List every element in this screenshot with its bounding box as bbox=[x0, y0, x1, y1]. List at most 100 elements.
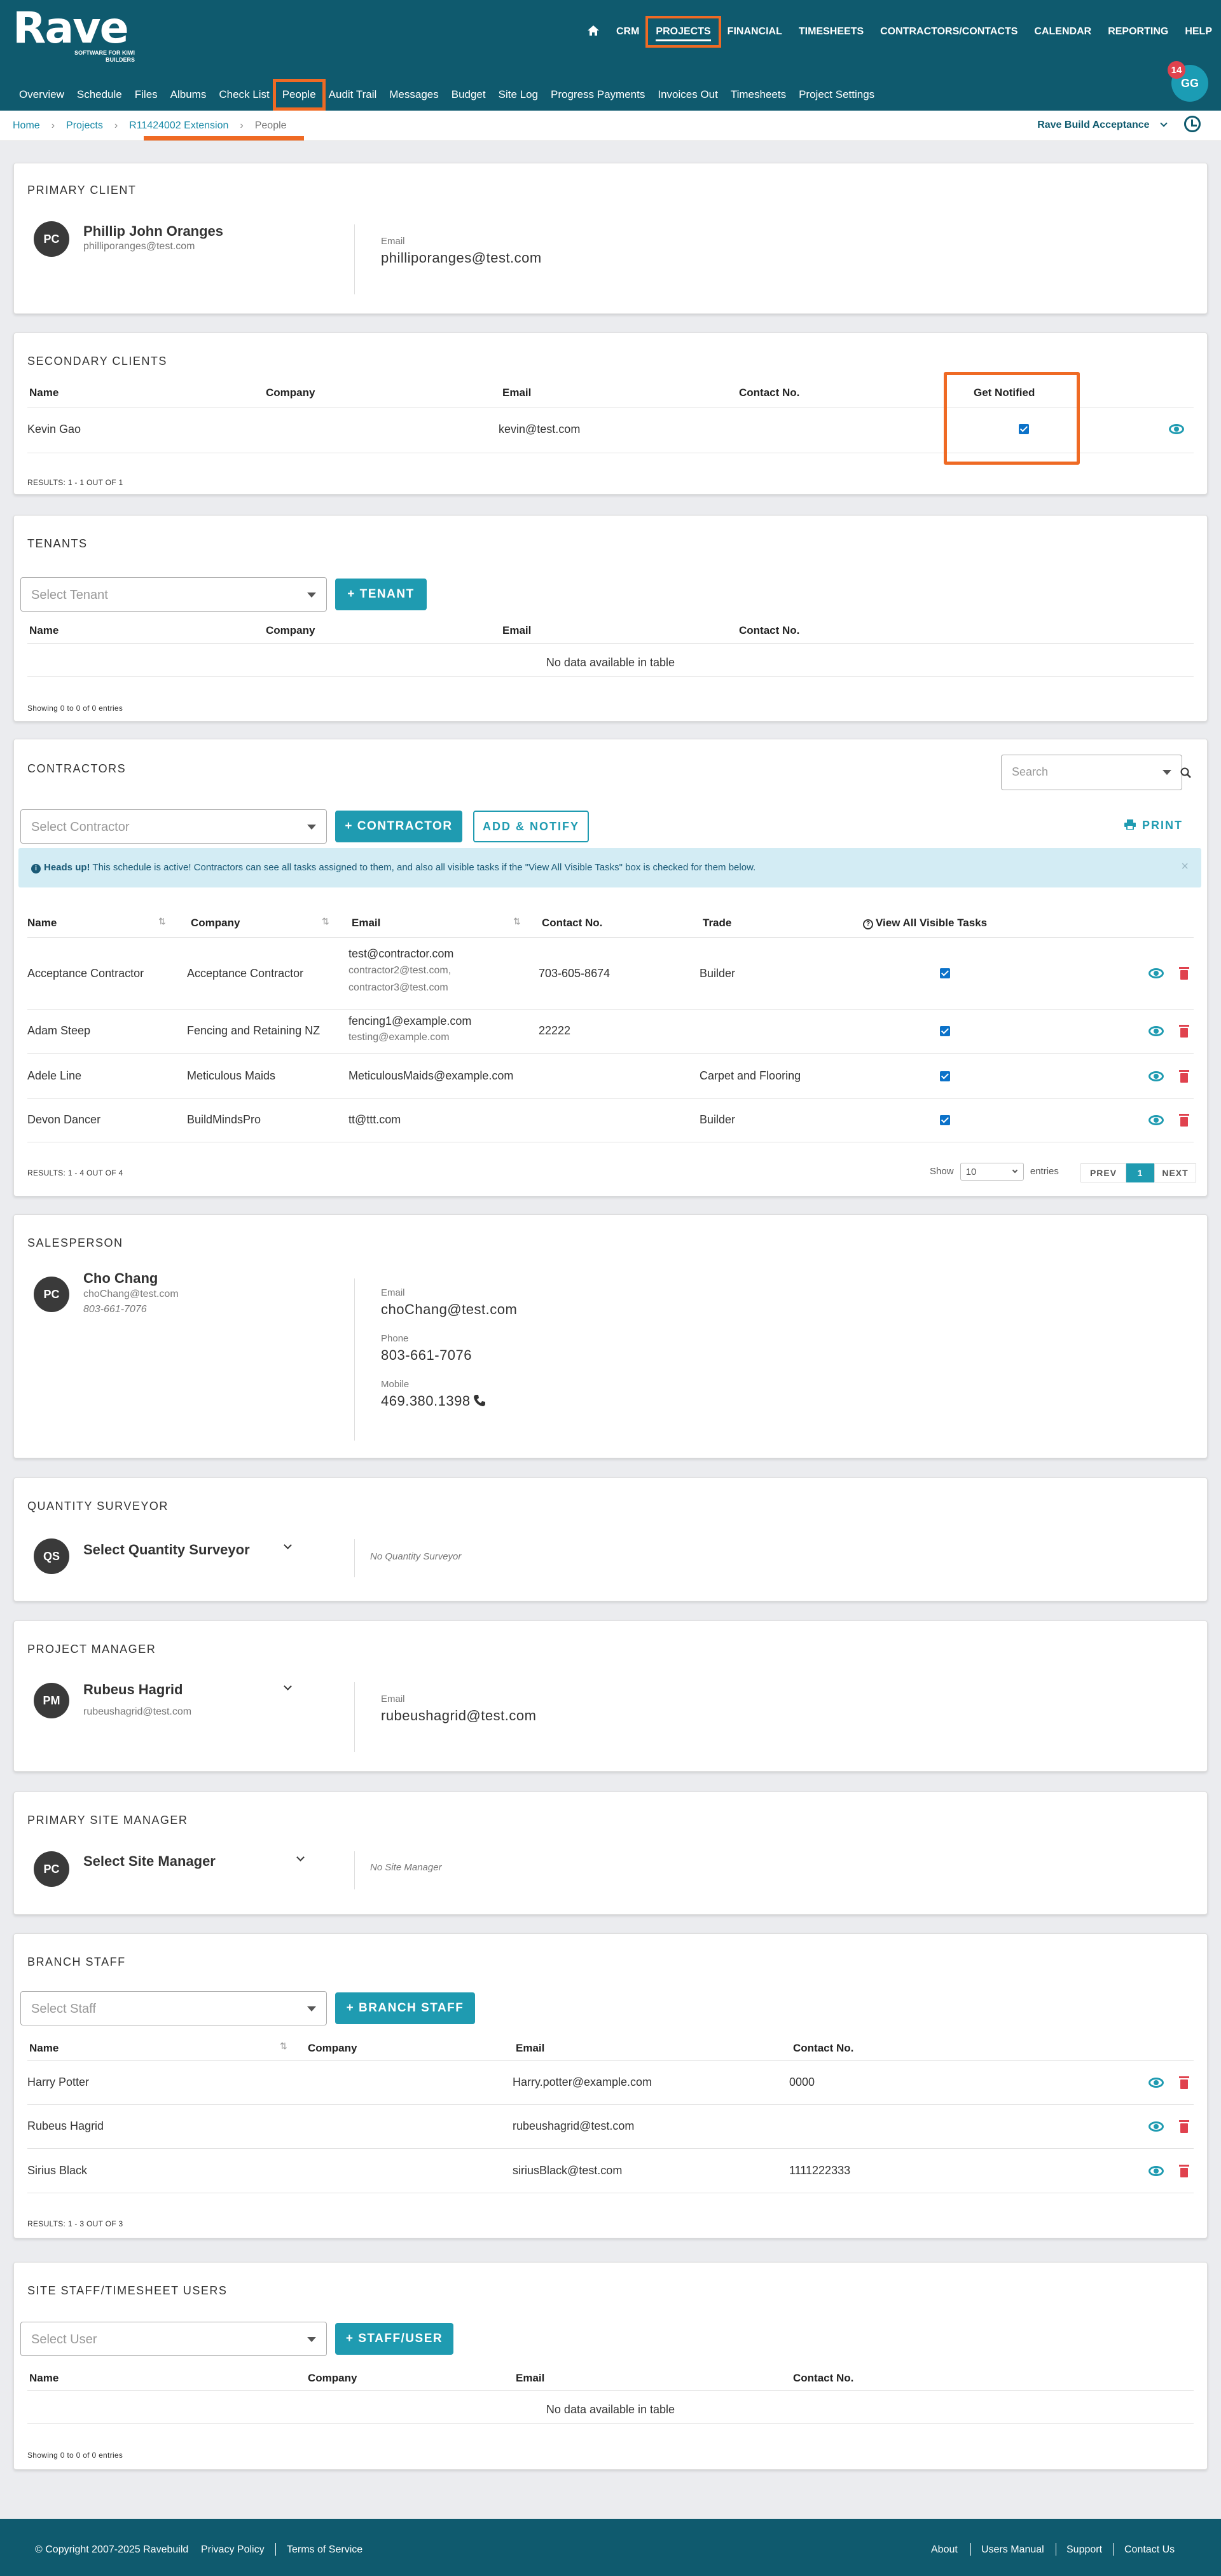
column-header-email[interactable]: Email bbox=[352, 917, 380, 929]
contact-us-link[interactable]: Contact Us bbox=[1124, 2544, 1175, 2556]
nav-contractors-contacts[interactable]: CONTRACTORS/CONTACTS bbox=[880, 26, 1018, 38]
breadcrumb-projects[interactable]: Projects bbox=[66, 120, 103, 132]
delete-trash-icon[interactable] bbox=[1179, 1114, 1189, 1127]
nav-reporting[interactable]: REPORTING bbox=[1108, 26, 1168, 38]
view-eye-icon[interactable] bbox=[1149, 968, 1164, 978]
pagination-page-1[interactable]: 1 bbox=[1126, 1163, 1154, 1182]
project-manager-name[interactable]: Rubeus Hagrid bbox=[83, 1682, 183, 1698]
view-all-tasks-checkbox[interactable] bbox=[940, 968, 950, 978]
nav-crm[interactable]: CRM bbox=[616, 26, 639, 38]
tab-check-list[interactable]: Check List bbox=[219, 88, 269, 101]
column-header-company[interactable]: Company bbox=[308, 2042, 357, 2055]
column-header-company[interactable]: Company bbox=[191, 917, 240, 929]
about-link[interactable]: About bbox=[931, 2544, 958, 2556]
view-eye-icon[interactable] bbox=[1149, 2166, 1164, 2176]
phone-icon[interactable] bbox=[473, 1394, 486, 1407]
add-branch-staff-button[interactable]: + BRANCH STAFF bbox=[335, 1992, 475, 2024]
column-header-trade[interactable]: Trade bbox=[703, 917, 731, 929]
view-all-tasks-checkbox[interactable] bbox=[940, 1071, 950, 1081]
delete-trash-icon[interactable] bbox=[1179, 2120, 1189, 2133]
column-header-contact[interactable]: Contact No. bbox=[739, 387, 799, 399]
delete-trash-icon[interactable] bbox=[1179, 2165, 1189, 2177]
delete-trash-icon[interactable] bbox=[1179, 967, 1189, 980]
sort-icon[interactable]: ⇅ bbox=[158, 916, 166, 927]
search-icon[interactable] bbox=[1180, 767, 1192, 779]
view-eye-icon[interactable] bbox=[1149, 1071, 1164, 1081]
tenant-select[interactable]: Select Tenant bbox=[20, 577, 327, 612]
tab-people[interactable]: People bbox=[272, 79, 326, 111]
tab-budget[interactable]: Budget bbox=[452, 88, 486, 101]
column-header-company[interactable]: Company bbox=[266, 624, 315, 637]
tab-schedule[interactable]: Schedule bbox=[77, 88, 122, 101]
column-header-contact[interactable]: Contact No. bbox=[739, 624, 799, 637]
add-and-notify-button[interactable]: ADD & NOTIFY bbox=[473, 811, 589, 842]
user-select[interactable]: Select User bbox=[20, 2322, 327, 2356]
sort-icon[interactable]: ⇅ bbox=[322, 916, 329, 927]
close-icon[interactable]: × bbox=[1181, 860, 1189, 874]
site-manager-select[interactable]: Select Site Manager bbox=[83, 1853, 216, 1870]
tab-albums[interactable]: Albums bbox=[170, 88, 207, 101]
privacy-policy-link[interactable]: Privacy Policy bbox=[201, 2544, 265, 2556]
tab-audit-trail[interactable]: Audit Trail bbox=[329, 88, 377, 101]
pagination-next[interactable]: NEXT bbox=[1154, 1163, 1196, 1182]
tab-site-log[interactable]: Site Log bbox=[499, 88, 538, 101]
view-all-tasks-checkbox[interactable] bbox=[940, 1026, 950, 1036]
nav-help[interactable]: HELP bbox=[1185, 26, 1212, 38]
sort-icon[interactable]: ⇅ bbox=[280, 2041, 287, 2052]
view-eye-icon[interactable] bbox=[1149, 2078, 1164, 2088]
column-header-email[interactable]: Email bbox=[516, 2372, 544, 2385]
add-contractor-button[interactable]: + CONTRACTOR bbox=[335, 811, 462, 842]
history-icon[interactable] bbox=[1184, 116, 1201, 132]
delete-trash-icon[interactable] bbox=[1179, 2076, 1189, 2089]
contractor-select[interactable]: Select Contractor bbox=[20, 809, 327, 844]
view-eye-icon[interactable] bbox=[1149, 2121, 1164, 2132]
terms-of-service-link[interactable]: Terms of Service bbox=[287, 2544, 362, 2556]
staff-select[interactable]: Select Staff bbox=[20, 1991, 327, 2025]
breadcrumb-project[interactable]: R11424002 Extension bbox=[129, 120, 228, 132]
quantity-surveyor-select[interactable]: Select Quantity Surveyor bbox=[83, 1542, 250, 1558]
chevron-down-icon[interactable] bbox=[284, 1541, 292, 1549]
column-header-contact[interactable]: Contact No. bbox=[793, 2042, 853, 2055]
tab-timesheets[interactable]: Timesheets bbox=[731, 88, 786, 101]
view-all-tasks-checkbox[interactable] bbox=[940, 1115, 950, 1125]
column-header-contact[interactable]: Contact No. bbox=[542, 917, 602, 929]
tab-overview[interactable]: Overview bbox=[19, 88, 64, 101]
column-header-company[interactable]: Company bbox=[266, 387, 315, 399]
nav-financial[interactable]: FINANCIAL bbox=[728, 26, 782, 38]
chevron-down-icon[interactable] bbox=[296, 1853, 305, 1861]
notification-count-badge[interactable]: 14 bbox=[1168, 61, 1185, 79]
column-header-email[interactable]: Email bbox=[502, 387, 531, 399]
tab-progress-payments[interactable]: Progress Payments bbox=[551, 88, 645, 101]
print-button[interactable]: PRINT bbox=[1124, 819, 1183, 832]
project-selector[interactable]: Rave Build Acceptance bbox=[1037, 120, 1168, 131]
delete-trash-icon[interactable] bbox=[1179, 1025, 1189, 1038]
nav-timesheets[interactable]: TIMESHEETS bbox=[799, 26, 864, 38]
add-staff-user-button[interactable]: + STAFF/USER bbox=[335, 2323, 453, 2355]
column-header-view-all-visible-tasks[interactable]: ? View All Visible Tasks bbox=[863, 917, 987, 929]
column-header-name[interactable]: Name bbox=[27, 917, 57, 929]
column-header-name[interactable]: Name bbox=[29, 2372, 59, 2385]
nav-projects[interactable]: PROJECTS bbox=[645, 16, 721, 48]
contractor-search-input[interactable]: Search bbox=[1001, 755, 1182, 790]
entries-select[interactable]: 10 bbox=[960, 1163, 1024, 1181]
view-eye-icon[interactable] bbox=[1149, 1115, 1164, 1125]
support-link[interactable]: Support bbox=[1066, 2544, 1102, 2556]
home-icon[interactable] bbox=[587, 25, 600, 39]
view-eye-icon[interactable] bbox=[1149, 1026, 1164, 1036]
column-header-name[interactable]: Name bbox=[29, 624, 59, 637]
tab-messages[interactable]: Messages bbox=[389, 88, 438, 101]
column-header-name[interactable]: Name bbox=[29, 387, 59, 399]
column-header-contact[interactable]: Contact No. bbox=[793, 2372, 853, 2385]
tab-project-settings[interactable]: Project Settings bbox=[799, 88, 874, 101]
column-header-email[interactable]: Email bbox=[502, 624, 531, 637]
breadcrumb-home[interactable]: Home bbox=[13, 120, 40, 132]
nav-calendar[interactable]: CALENDAR bbox=[1034, 26, 1091, 38]
view-eye-icon[interactable] bbox=[1169, 424, 1184, 434]
chevron-down-icon[interactable] bbox=[284, 1682, 292, 1690]
delete-trash-icon[interactable] bbox=[1179, 1070, 1189, 1083]
column-header-name[interactable]: Name bbox=[29, 2042, 59, 2055]
add-tenant-button[interactable]: + TENANT bbox=[335, 579, 427, 610]
tab-files[interactable]: Files bbox=[135, 88, 158, 101]
sort-icon[interactable]: ⇅ bbox=[513, 916, 521, 927]
users-manual-link[interactable]: Users Manual bbox=[981, 2544, 1044, 2556]
